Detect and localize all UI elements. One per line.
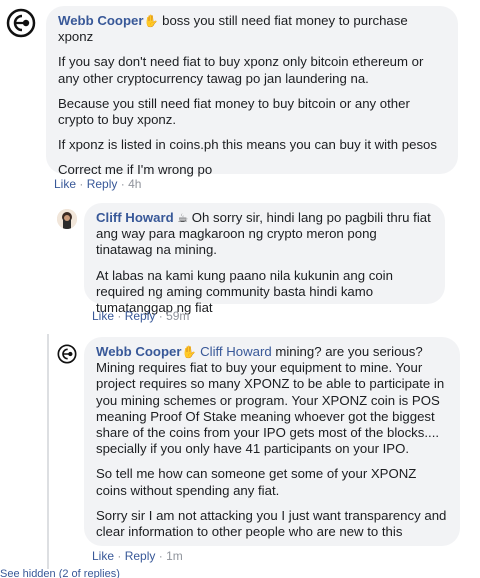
timestamp[interactable]: 1m xyxy=(166,549,183,563)
comment-paragraph: Sorry sir I am not attacking you I just … xyxy=(96,507,447,540)
logo-icon xyxy=(57,344,77,364)
comment-bubble: Webb Cooper✋ boss you still need fiat mo… xyxy=(46,6,458,177)
separator: · xyxy=(158,549,163,563)
separator: · xyxy=(120,177,125,191)
separator: · xyxy=(117,549,122,563)
logo-icon xyxy=(6,8,36,38)
thread-line xyxy=(47,334,49,569)
comment-bubble: Webb Cooper✋ Cliff Howard mining? are yo… xyxy=(84,337,460,546)
reply-link[interactable]: Reply xyxy=(87,177,118,191)
avatar[interactable] xyxy=(57,344,77,364)
like-link[interactable]: Like xyxy=(92,549,114,563)
comment-bubble: Cliff Howard ☕ Oh sorry sir, hindi lang … xyxy=(84,203,445,315)
mention-link[interactable]: Cliff Howard xyxy=(200,344,272,359)
more-replies-link[interactable]: See hidden (2 of replies) xyxy=(0,568,200,578)
comment-author[interactable]: Cliff Howard xyxy=(96,210,174,225)
comment-author[interactable]: Webb Cooper xyxy=(58,13,143,28)
wave-hand-icon: ✋ xyxy=(181,345,197,359)
separator: · xyxy=(117,309,122,323)
separator: · xyxy=(158,309,163,323)
like-link[interactable]: Like xyxy=(54,177,76,191)
reply-link[interactable]: Reply xyxy=(125,309,156,323)
comment-author[interactable]: Webb Cooper xyxy=(96,344,181,359)
timestamp[interactable]: 59m xyxy=(166,309,189,323)
coffee-icon: ☕ xyxy=(177,211,189,225)
comment-paragraph: Because you still need fiat money to buy… xyxy=(58,95,410,128)
avatar[interactable] xyxy=(57,209,77,229)
comment-paragraph: If you say don't need fiat to buy xponz … xyxy=(58,54,424,86)
wave-hand-icon: ✋ xyxy=(143,14,159,28)
avatar[interactable] xyxy=(6,8,36,38)
profile-photo-icon xyxy=(57,209,77,229)
comment-text: mining? are you serious? Mining requires… xyxy=(96,344,445,457)
reply-link[interactable]: Reply xyxy=(125,549,156,563)
timestamp[interactable]: 4h xyxy=(128,177,141,191)
comment-actions: Like · Reply · 1m xyxy=(92,549,183,563)
like-link[interactable]: Like xyxy=(92,309,114,323)
comment-paragraph: So tell me how can someone get some of y… xyxy=(96,466,417,498)
comment-actions: Like · Reply · 59m xyxy=(92,309,189,323)
comment-paragraph: If xponz is listed in coins.ph this mean… xyxy=(58,137,437,153)
separator: · xyxy=(79,177,84,191)
comment-actions: Like · Reply · 4h xyxy=(54,177,141,191)
